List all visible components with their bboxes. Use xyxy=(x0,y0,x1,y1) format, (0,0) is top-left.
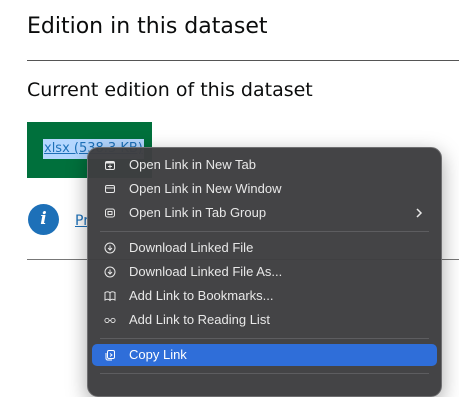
menu-item-open-tab-group[interactable]: Open Link in Tab Group xyxy=(92,202,437,224)
tab-group-icon xyxy=(105,208,115,218)
menu-separator xyxy=(100,338,429,339)
menu-item-open-new-window[interactable]: Open Link in New Window xyxy=(92,178,437,200)
menu-item-label: Open Link in Tab Group xyxy=(129,205,267,220)
current-edition-heading: Current edition of this dataset xyxy=(27,79,313,101)
section-divider xyxy=(27,60,459,61)
menu-item-copy-link[interactable]: Copy Link xyxy=(92,344,437,366)
menu-item-download-linked-file[interactable]: Download Linked File xyxy=(92,237,437,259)
download-as-icon xyxy=(104,266,116,278)
context-menu: Open Link in New Tab Open Link in New Wi… xyxy=(87,147,442,397)
menu-item-add-to-bookmarks[interactable]: Add Link to Bookmarks... xyxy=(92,285,437,307)
copy-link-icon xyxy=(105,350,115,361)
menu-item-download-linked-file-as[interactable]: Download Linked File As... xyxy=(92,261,437,283)
menu-separator xyxy=(100,373,429,374)
page-title: Edition in this dataset xyxy=(27,14,268,39)
menu-item-label: Copy Link xyxy=(129,347,187,362)
reading-list-icon xyxy=(104,317,116,323)
menu-item-label: Download Linked File As... xyxy=(129,264,283,279)
menu-separator xyxy=(100,231,429,232)
menu-item-label: Open Link in New Tab xyxy=(129,157,256,172)
menu-item-add-to-reading-list[interactable]: Add Link to Reading List xyxy=(92,309,437,331)
new-tab-icon xyxy=(105,161,115,170)
info-icon: i xyxy=(28,204,59,235)
menu-item-open-new-tab[interactable]: Open Link in New Tab xyxy=(92,154,437,176)
download-icon xyxy=(104,242,116,254)
menu-item-label: Add Link to Reading List xyxy=(129,312,270,327)
menu-item-label: Add Link to Bookmarks... xyxy=(129,288,274,303)
menu-item-label: Open Link in New Window xyxy=(129,181,282,196)
bookmarks-icon xyxy=(104,291,116,302)
new-window-icon xyxy=(105,185,115,193)
chevron-right-icon xyxy=(416,208,423,218)
menu-item-label: Download Linked File xyxy=(129,240,254,255)
